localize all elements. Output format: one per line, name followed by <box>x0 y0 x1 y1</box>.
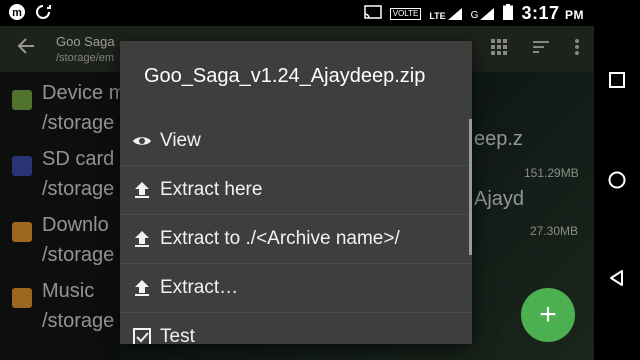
g-signal-icon: G <box>471 7 496 21</box>
lte-signal-icon: LTE <box>429 7 462 21</box>
menu-item-extract-here[interactable]: Extract here <box>120 166 472 215</box>
back-triangle-icon[interactable] <box>607 268 627 288</box>
menu-item-label: Test <box>160 326 195 344</box>
clock-ampm: PM <box>565 8 584 22</box>
home-circle-icon[interactable] <box>607 170 627 190</box>
menu-item-label: Extract here <box>160 179 263 200</box>
cast-icon <box>363 5 382 22</box>
upload-icon <box>132 180 152 200</box>
volte-badge: VOLTE <box>389 7 422 20</box>
status-bar: m VOLTE LTE G 3:17 PM <box>0 0 594 26</box>
g-label: G <box>470 9 479 21</box>
menu-item-extract[interactable]: Extract… <box>120 264 472 313</box>
menu-item-label: Extract to ./<Archive name>/ <box>160 228 400 249</box>
menu-item-extract-to[interactable]: Extract to ./<Archive name>/ <box>120 215 472 264</box>
menu-item-label: Extract… <box>160 277 239 298</box>
svg-text:m: m <box>12 7 22 19</box>
app-notification-icon: m <box>8 3 26 26</box>
menu-item-label: View <box>160 130 201 151</box>
archive-context-menu: Goo_Saga_v1.24_Ajaydeep.zip View Extract… <box>120 41 472 344</box>
menu-scrollbar[interactable] <box>469 119 472 255</box>
battery-icon <box>503 4 514 23</box>
eye-icon <box>132 131 152 151</box>
add-fab-button[interactable]: + <box>521 288 575 342</box>
menu-item-test[interactable]: Test <box>120 313 472 344</box>
sync-icon <box>34 3 52 26</box>
upload-icon <box>132 278 152 298</box>
clock-time: 3:17 <box>521 3 560 23</box>
navigation-bar <box>594 0 640 360</box>
menu-item-view[interactable]: View <box>120 117 472 166</box>
upload-icon <box>132 229 152 249</box>
checkbox-icon <box>132 327 152 344</box>
menu-title: Goo_Saga_v1.24_Ajaydeep.zip <box>144 65 426 87</box>
lte-label: LTE <box>429 10 446 21</box>
recents-square-icon[interactable] <box>607 70 627 90</box>
clock: 3:17 PM <box>521 3 584 24</box>
